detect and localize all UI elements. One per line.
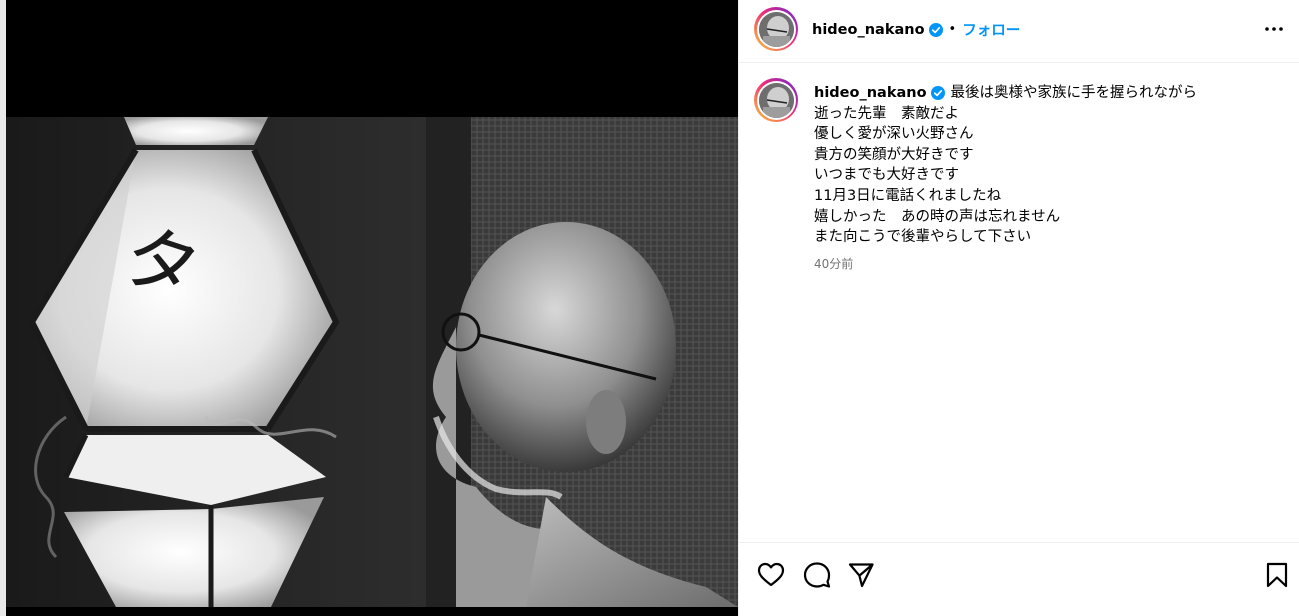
post-media[interactable]: タ <box>6 0 738 616</box>
comment-icon[interactable] <box>803 561 831 589</box>
caption-line: 逝った先輩 素敵だよ <box>814 105 959 122</box>
caption-line: 嬉しかった あの時の声は忘れません <box>814 208 1061 225</box>
verified-badge-icon <box>930 86 945 101</box>
caption-line: 11月3日に電話くれましたね <box>814 187 1002 204</box>
caption-section: hideo_nakano 最後は奥様や家族に手を握られながら 逝った先輩 素敵だ… <box>739 64 1299 542</box>
caption-first-line: hideo_nakano 最後は奥様や家族に手を握られながら <box>814 83 1284 104</box>
photo-letterbox-bottom <box>6 607 738 616</box>
caption-line: また向こうで後輩やらして下さい <box>814 229 1032 246</box>
more-options-icon[interactable] <box>1263 20 1285 38</box>
caption-username[interactable]: hideo_nakano <box>814 83 927 104</box>
action-bar <box>739 542 1299 616</box>
caption-line: 最後は奥様や家族に手を握られながら <box>950 85 1198 101</box>
post-timestamp[interactable]: 40分前 <box>814 254 1284 275</box>
caption-avatar[interactable] <box>754 78 798 122</box>
verified-badge-icon <box>928 22 943 37</box>
post-details-panel: hideo_nakano • フォロー hideo_nakano 最後は奥様や家… <box>738 0 1299 616</box>
caption-body: hideo_nakano 最後は奥様や家族に手を握られながら 逝った先輩 素敵だ… <box>814 83 1284 274</box>
heart-icon[interactable] <box>757 561 785 589</box>
caption-line: 貴方の笑顔が大好きです <box>814 146 974 163</box>
author-username[interactable]: hideo_nakano <box>812 22 925 38</box>
separator-dot: • <box>948 22 957 37</box>
bookmark-icon[interactable] <box>1263 561 1291 589</box>
share-icon[interactable] <box>847 561 875 589</box>
post-photo[interactable]: タ <box>6 117 738 607</box>
follow-button[interactable]: フォロー <box>962 19 1020 40</box>
post-header: hideo_nakano • フォロー <box>739 0 1299 63</box>
caption-line: いつまでも大好きです <box>814 167 959 184</box>
author-avatar[interactable] <box>754 7 798 51</box>
caption-line: 優しく愛が深い火野さん <box>814 126 974 143</box>
header-user-info: hideo_nakano • フォロー <box>812 19 1020 40</box>
